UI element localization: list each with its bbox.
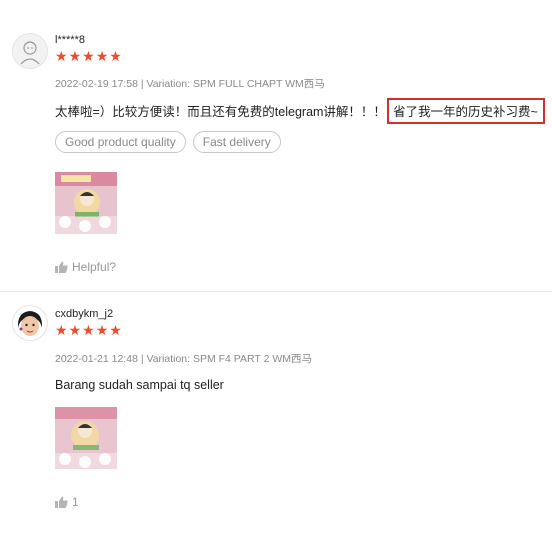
avatar-cartoon-icon <box>13 306 47 340</box>
comment-text: Barang sudah sampai tq seller <box>55 378 224 392</box>
review-comment: Barang sudah sampai tq seller <box>55 378 224 392</box>
star-rating: ★ ★ ★ ★ ★ <box>55 324 122 338</box>
star-icon: ★ <box>68 323 82 339</box>
star-icon: ★ <box>55 323 68 339</box>
thumbs-up-icon <box>55 496 68 508</box>
star-icon: ★ <box>82 49 95 65</box>
helpful-label: Helpful? <box>72 260 117 274</box>
review-tags: Good product quality Fast delivery <box>55 131 281 153</box>
review-photo[interactable] <box>55 407 117 469</box>
reviewer-name: l*****8 <box>55 34 85 46</box>
review-comment: 太棒啦=）比较方便读！而且还有免费的telegram讲解！！！ 省了我一年的历史补… <box>55 98 545 124</box>
review-item: l*****8 ★ ★ ★ ★ ★ 2022-02-19 17:58 | Var… <box>0 0 552 290</box>
book-photo-icon <box>55 172 117 234</box>
helpful-button[interactable]: Helpful? <box>55 260 116 274</box>
avatar[interactable] <box>12 305 48 341</box>
star-icon: ★ <box>109 49 122 65</box>
tag-fast-delivery: Fast delivery <box>192 131 281 153</box>
star-icon: ★ <box>95 323 109 339</box>
star-icon: ★ <box>68 49 82 65</box>
review-meta: 2022-01-21 12:48 | Variation: SPM F4 PAR… <box>55 353 312 365</box>
helpful-count: 1 <box>72 495 79 509</box>
review-item: cxdbykm_j2 ★ ★ ★ ★ ★ 2022-01-21 12:48 | … <box>0 292 552 552</box>
star-icon: ★ <box>109 323 122 339</box>
helpful-button[interactable]: 1 <box>55 495 79 509</box>
star-icon: ★ <box>55 49 68 65</box>
star-icon: ★ <box>95 49 109 65</box>
tag-good-quality: Good product quality <box>55 131 186 153</box>
thumbs-up-icon <box>55 261 68 273</box>
review-photo[interactable] <box>55 172 117 234</box>
review-meta: 2022-02-19 17:58 | Variation: SPM FULL C… <box>55 78 325 90</box>
avatar[interactable] <box>12 33 48 69</box>
comment-text: 太棒啦=）比较方便读！而且还有免费的telegram讲解！！！ <box>55 105 386 119</box>
reviewer-name: cxdbykm_j2 <box>55 308 114 320</box>
highlighted-comment-text: 省了我一年的历史补习费~ <box>386 98 545 124</box>
star-icon: ★ <box>82 323 95 339</box>
book-photo-icon <box>55 407 117 469</box>
avatar-sketch-icon <box>13 34 47 68</box>
star-rating: ★ ★ ★ ★ ★ <box>55 50 122 64</box>
